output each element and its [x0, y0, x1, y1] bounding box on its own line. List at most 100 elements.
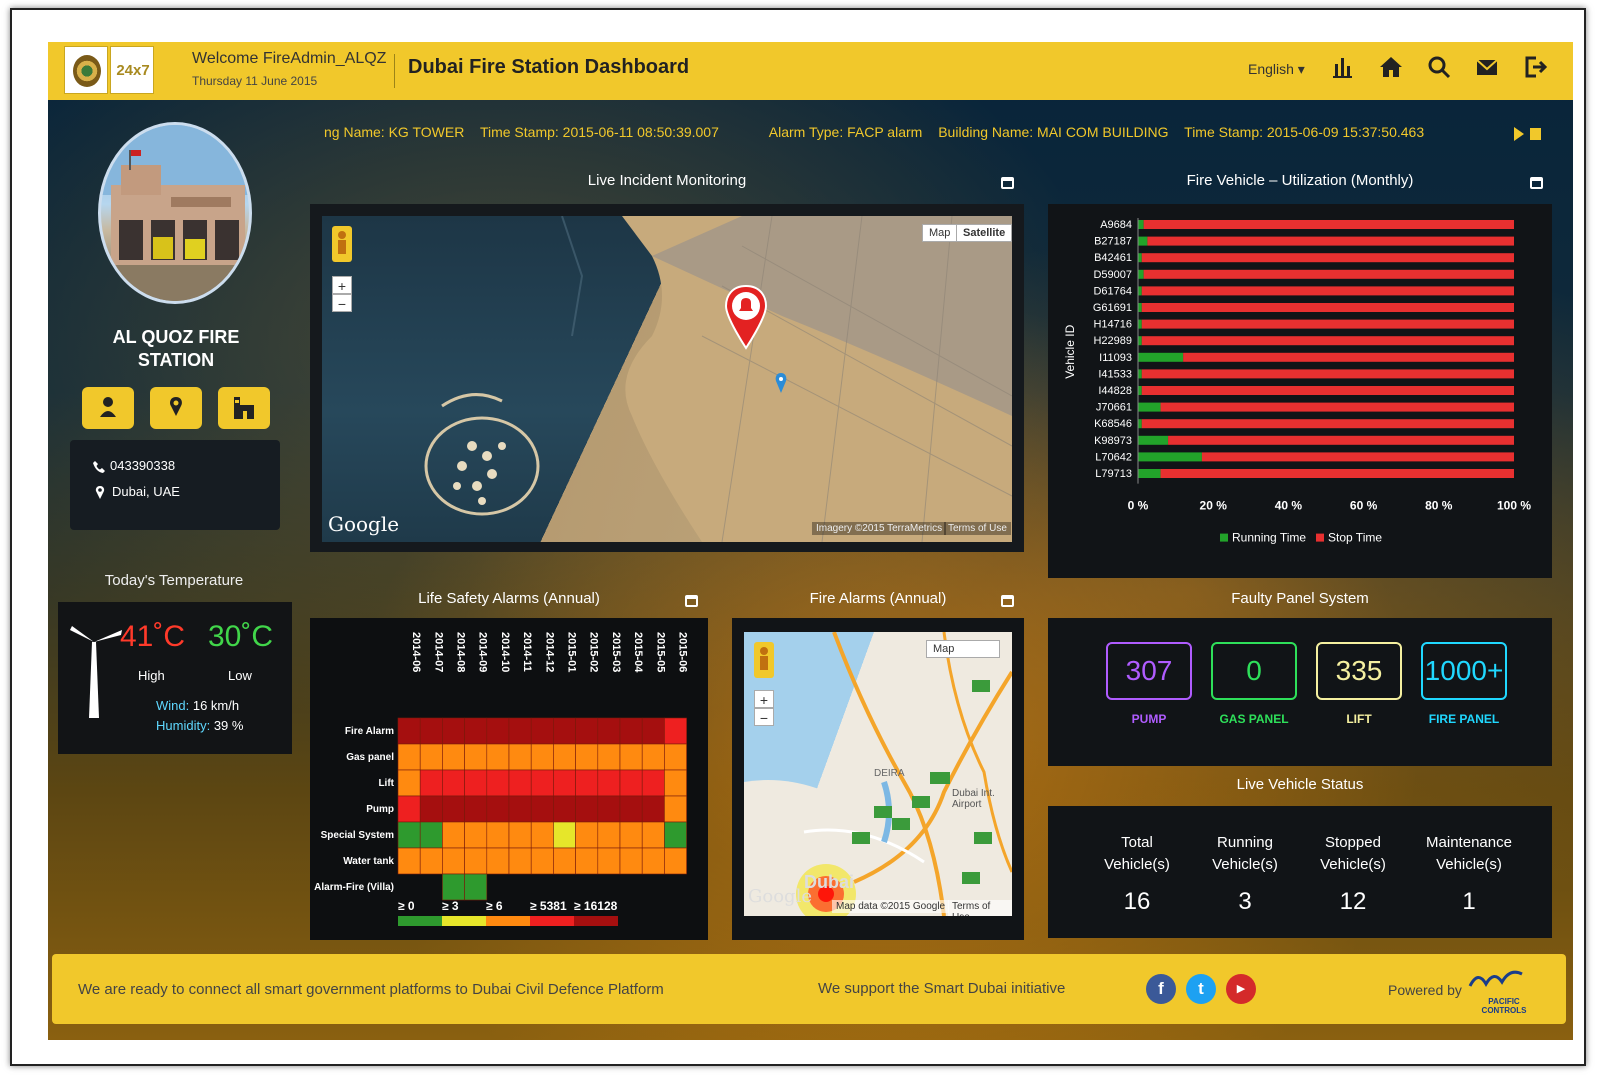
vehicle-id-label: H14716	[1093, 319, 1132, 331]
maintenance-vehicles[interactable]: Maintenance Vehicle(s) 1	[1414, 832, 1524, 916]
heatmap-cell	[641, 769, 665, 797]
minimize-icon[interactable]	[685, 595, 698, 607]
station-name: AL QUOZ FIRE STATION	[86, 326, 266, 372]
pacific-controls-logo[interactable]: PACIFIC CONTROLS	[1466, 966, 1542, 1015]
road-map[interactable]: Map + − DEIRA Dubai Int. Airport Dubai G…	[744, 632, 1012, 916]
heatmap-cell	[464, 795, 488, 823]
faulty-gas-panel-count[interactable]: 0	[1211, 642, 1297, 700]
map-view-button[interactable]: Map	[922, 224, 958, 242]
search-icon[interactable]	[1426, 54, 1452, 80]
bar-chart-icon[interactable]	[1330, 54, 1356, 80]
building-icon	[234, 397, 254, 419]
bar-stop-time	[1141, 319, 1514, 329]
zoom-in-button[interactable]: +	[754, 690, 774, 708]
heatmap-cell	[486, 847, 510, 875]
bar-running-time	[1138, 452, 1202, 462]
heatmap-cell	[486, 769, 510, 797]
vehicle-id-label: K98973	[1094, 435, 1132, 447]
station-phone[interactable]: 043390338	[110, 458, 175, 473]
satellite-terrain	[424, 216, 1012, 542]
smart-dubai-message: We support the Smart Dubai initiative	[818, 980, 1066, 997]
location-marker-icon[interactable]	[774, 372, 788, 394]
civil-defence-logo[interactable]	[64, 46, 108, 94]
faulty-lift-count[interactable]: 335	[1316, 642, 1402, 700]
home-icon[interactable]	[1378, 54, 1404, 80]
bar-running-time	[1138, 369, 1142, 379]
wind-label: Wind:	[156, 698, 190, 713]
vehicle-label: Vehicle(s)	[1104, 856, 1170, 873]
logout-icon[interactable]	[1522, 54, 1548, 80]
map-type-select[interactable]: Map	[926, 640, 1000, 658]
ticker-play-stop-controls[interactable]	[1510, 124, 1550, 144]
heatmap-cell	[508, 821, 532, 849]
station-name-line: AL QUOZ FIRE	[112, 327, 240, 347]
vehicle-id-label: J70661	[1096, 402, 1132, 414]
vehicle-id-label: B42461	[1094, 252, 1132, 264]
youtube-icon[interactable]: ▶	[1226, 974, 1256, 1004]
vehicle-id-label: D59007	[1093, 269, 1132, 281]
terms-of-use-link[interactable]: Terms of Use	[944, 522, 1011, 535]
live-incident-map-panel: Map Satellite + − Google Imagery ©2015 T…	[310, 204, 1024, 552]
twitter-icon[interactable]: t	[1186, 974, 1216, 1004]
pegman-icon[interactable]	[754, 642, 774, 678]
fire-alarm-marker-icon[interactable]	[724, 284, 768, 350]
stopped-vehicles[interactable]: Stopped Vehicle(s) 12	[1298, 832, 1408, 916]
row-label: Fire Alarm	[345, 726, 394, 737]
heatmap-cell	[619, 769, 643, 797]
bar-running-time	[1138, 402, 1161, 412]
location-button[interactable]	[150, 387, 202, 429]
bar-running-time	[1138, 319, 1142, 329]
heatmap-cell	[575, 821, 599, 849]
y-axis-label: Vehicle ID	[1063, 324, 1077, 378]
facebook-icon[interactable]: f	[1146, 974, 1176, 1004]
faulty-lift-label: LIFT	[1346, 712, 1372, 726]
column-label: 2014-08	[455, 632, 467, 672]
satellite-view-button[interactable]: Satellite	[956, 224, 1012, 242]
minimize-icon[interactable]	[1001, 595, 1014, 607]
column-label: 2015-05	[654, 632, 666, 672]
vehicle-id-label: L79713	[1095, 468, 1132, 480]
bar-running-time	[1138, 269, 1144, 279]
stop-icon	[1530, 128, 1541, 140]
vehicle-count: 12	[1339, 888, 1367, 915]
heatmap-cell	[442, 873, 465, 901]
running-vehicles[interactable]: Running Vehicle(s) 3	[1190, 832, 1300, 916]
heatmap-cell	[397, 795, 421, 823]
heatmap-cell	[619, 847, 643, 875]
station-building-button[interactable]	[218, 387, 270, 429]
heatmap-cell	[619, 821, 643, 849]
satellite-map[interactable]: Map Satellite + − Google Imagery ©2015 T…	[322, 216, 1012, 542]
faulty-fire-panel-count[interactable]: 1000+	[1421, 642, 1507, 700]
heatmap-cell	[442, 769, 465, 797]
bar-running-time	[1138, 435, 1169, 445]
heatmap-cell	[664, 743, 687, 771]
map-pin-icon	[170, 397, 182, 416]
humidity-value: 39 %	[213, 718, 244, 733]
heatmap-cell	[442, 821, 465, 849]
24x7-logo[interactable]: 24x7	[110, 46, 154, 94]
heatmap-cell	[553, 847, 576, 875]
terms-of-use-link[interactable]: Terms of Use	[948, 900, 1012, 916]
welcome-text: Welcome FireAdmin_ALQZ	[192, 50, 387, 67]
column-label: 2015-02	[588, 632, 600, 672]
pegman-icon[interactable]	[332, 226, 352, 262]
minimize-icon[interactable]	[1001, 177, 1014, 189]
language-select[interactable]: English ▾	[1248, 61, 1305, 78]
vehicle-util-title: Fire Vehicle – Utilization (Monthly)	[1186, 172, 1414, 189]
zoom-out-button[interactable]: −	[754, 708, 774, 726]
heatmap-cell	[619, 743, 643, 771]
mail-icon[interactable]	[1474, 54, 1500, 80]
station-name-line: STATION	[137, 350, 215, 370]
faulty-pump-count[interactable]: 307	[1106, 642, 1192, 700]
profile-button[interactable]	[82, 387, 134, 429]
zoom-in-button[interactable]: +	[332, 276, 352, 294]
column-label: 2015-01	[566, 632, 578, 672]
minimize-icon[interactable]	[1530, 177, 1543, 189]
map-label-deira: DEIRA	[874, 768, 905, 779]
wind-value: 16 km/h	[192, 698, 240, 713]
zoom-out-button[interactable]: −	[332, 294, 352, 312]
legend-swatch	[442, 916, 486, 926]
total-vehicles[interactable]: Total Vehicle(s) 16	[1082, 832, 1192, 916]
heatmap-cell	[575, 847, 599, 875]
bar-stop-time	[1141, 386, 1514, 395]
